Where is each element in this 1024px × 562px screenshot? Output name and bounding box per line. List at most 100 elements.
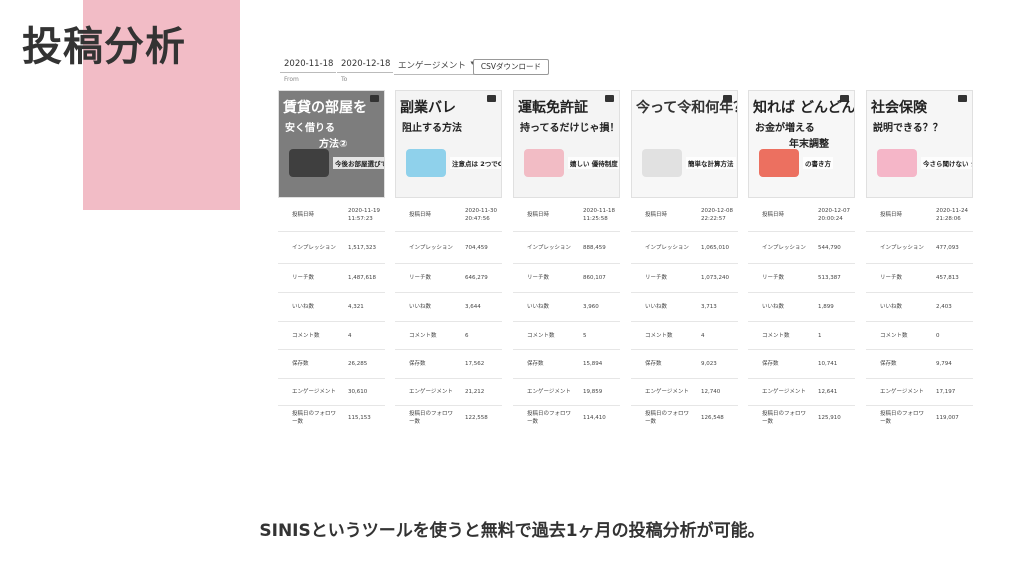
metric-row-saves: 保存数 26,285 <box>278 350 385 379</box>
metric-label: いいね数 <box>527 304 550 310</box>
metric-label: いいね数 <box>762 304 785 310</box>
metric-label: エンゲージメント <box>880 389 924 395</box>
metric-value: 477,093 <box>936 244 959 251</box>
date-to-field[interactable]: 2020-12-18 To <box>337 56 393 83</box>
metric-value: 646,279 <box>465 275 488 281</box>
metric-row-followers: 投稿日のフォロワー数 126,548 <box>631 406 738 426</box>
thumbnail-title: 副業バレ <box>400 100 456 116</box>
csv-download-button[interactable]: CSVダウンロード <box>473 59 549 75</box>
metric-row-saves: 保存数 10,741 <box>748 350 855 379</box>
slide-title: 投稿分析 <box>22 24 186 70</box>
metric-label: 投稿日時 <box>409 211 432 218</box>
carousel-icon <box>605 95 614 102</box>
metric-row-saves: 保存数 17,562 <box>395 350 502 379</box>
thumbnail-illustration <box>289 149 329 177</box>
post-thumbnail[interactable]: 運転免許証 持ってるだけじゃ損！？ 嬉しい 優待制度 <box>513 90 620 198</box>
metric-label: コメント数 <box>645 332 673 339</box>
thumbnail-caption: 今さら聞けない シリーズ <box>921 157 972 169</box>
metric-row-impressions: インプレッション 704,459 <box>395 232 502 264</box>
metric-value: 115,153 <box>348 414 371 421</box>
thumbnail-illustration <box>759 149 799 177</box>
carousel-icon <box>958 95 967 102</box>
metric-row-likes: いいね数 1,899 <box>748 293 855 322</box>
thumbnail-subtitle: 持ってるだけじゃ損！？ <box>520 123 620 134</box>
thumbnail-subtitle: 説明できる？？ <box>873 123 943 134</box>
date-from-label: From <box>284 76 299 83</box>
filter-toolbar: 2020-11-18 From 2020-12-18 To エンゲージメント ▾… <box>280 56 600 88</box>
date-to-label: To <box>341 76 348 83</box>
post-thumbnail[interactable]: 知れば どんどん お金が増える 年末調整 の書き方 <box>748 90 855 198</box>
metric-value: 1,899 <box>818 304 834 310</box>
post-thumbnail[interactable]: 社会保険説明できる？？ 今さら聞けない シリーズ <box>866 90 973 198</box>
post-column: 知れば どんどん お金が増える 年末調整 の書き方 投稿日時 2020-12-07 20:… <box>748 90 857 426</box>
post-column: 運転免許証 持ってるだけじゃ損！？ 嬉しい 優待制度 投稿日時 2020-11-18 1… <box>513 90 622 426</box>
metric-label: エンゲージメント <box>762 389 806 395</box>
metric-value: 9,023 <box>701 361 717 367</box>
metric-label: 投稿日のフォロワー数 <box>527 410 572 425</box>
metric-label: いいね数 <box>409 304 432 310</box>
metric-label: 保存数 <box>645 361 662 367</box>
post-thumbnail[interactable]: 副業バレ阻止する方法注意点は 2つでOK <box>395 90 502 198</box>
metric-label: エンゲージメント <box>409 389 453 395</box>
metric-select-value: エンゲージメント <box>398 61 466 71</box>
metric-label: インプレッション <box>292 244 336 251</box>
metric-label: インプレッション <box>527 244 571 251</box>
metric-row-reach: リーチ数 1,487,618 <box>278 264 385 293</box>
thumbnail-caption: 簡単な計算方法 <box>686 157 736 169</box>
date-to-value[interactable]: 2020-12-18 <box>337 56 393 73</box>
metric-label: 投稿日時 <box>645 211 668 218</box>
thumbnail-title: 賃貸の部屋を <box>283 100 367 116</box>
post-thumbnail[interactable]: 賃貸の部屋を安く借りる方法② 今後お部屋選びで 失敗しないために <box>278 90 385 198</box>
metric-value: 1 <box>818 332 822 339</box>
metric-label: いいね数 <box>645 304 668 310</box>
post-column: 賃貸の部屋を安く借りる方法② 今後お部屋選びで 失敗しないために投稿日時 2020-… <box>278 90 387 426</box>
metric-label: インプレッション <box>880 244 924 251</box>
metric-row-likes: いいね数 2,403 <box>866 293 973 322</box>
post-column: 今って令和何年？ 簡単な計算方法投稿日時 2020-12-08 22:22:57 イン… <box>631 90 740 426</box>
date-from-value[interactable]: 2020-11-18 <box>280 56 336 73</box>
metric-value: 12,740 <box>701 389 721 395</box>
metric-row-reach: リーチ数 457,813 <box>866 264 973 293</box>
metric-label: エンゲージメント <box>292 389 336 395</box>
metric-value: 1,065,010 <box>701 244 729 251</box>
metric-value: 126,548 <box>701 414 724 421</box>
metric-row-likes: いいね数 3,713 <box>631 293 738 322</box>
thumbnail-subtitle: お金が増える <box>755 123 815 134</box>
metric-value: 26,285 <box>348 361 368 367</box>
metric-value: 4,321 <box>348 304 364 310</box>
metric-label: 投稿日のフォロワー数 <box>880 410 925 425</box>
metric-label: インプレッション <box>645 244 689 251</box>
metric-value: 704,459 <box>465 244 488 251</box>
thumbnail-subtitle: 安く借りる <box>285 123 335 134</box>
date-from-field[interactable]: 2020-11-18 From <box>280 56 336 83</box>
metric-select[interactable]: エンゲージメント ▾ <box>394 56 474 75</box>
metric-label: 投稿日時 <box>527 211 550 218</box>
metric-row-date: 投稿日時 2020-12-08 22:22:57 <box>631 198 738 232</box>
metric-row-comments: コメント数 0 <box>866 322 973 350</box>
metric-row-date: 投稿日時 2020-11-24 21:28:06 <box>866 198 973 232</box>
metric-label: リーチ数 <box>409 275 432 281</box>
metric-label: エンゲージメント <box>645 389 689 395</box>
metric-value: 5 <box>583 332 587 339</box>
metric-value: 6 <box>465 332 469 339</box>
metric-value: 4 <box>701 332 705 339</box>
metric-row-followers: 投稿日のフォロワー数 122,558 <box>395 406 502 426</box>
metric-label: コメント数 <box>762 332 790 339</box>
metric-label: 保存数 <box>527 361 544 367</box>
metric-row-impressions: インプレッション 888,459 <box>513 232 620 264</box>
metric-value: 457,813 <box>936 275 959 281</box>
metric-row-impressions: インプレッション 477,093 <box>866 232 973 264</box>
metric-row-date: 投稿日時 2020-11-30 20:47:56 <box>395 198 502 232</box>
metric-value: 2020-12-08 22:22:57 <box>701 207 733 222</box>
metric-value: 2,403 <box>936 304 952 310</box>
metric-value: 125,910 <box>818 414 841 421</box>
metric-label: エンゲージメント <box>527 389 571 395</box>
metric-row-engagement: エンゲージメント 30,610 <box>278 379 385 406</box>
metric-label: 保存数 <box>762 361 779 367</box>
metric-value: 1,487,618 <box>348 275 376 281</box>
metric-value: 2020-12-07 20:00:24 <box>818 207 850 222</box>
metric-label: 投稿日のフォロワー数 <box>762 410 807 425</box>
metric-label: 保存数 <box>292 361 309 367</box>
metric-row-engagement: エンゲージメント 17,197 <box>866 379 973 406</box>
post-thumbnail[interactable]: 今って令和何年？ 簡単な計算方法 <box>631 90 738 198</box>
